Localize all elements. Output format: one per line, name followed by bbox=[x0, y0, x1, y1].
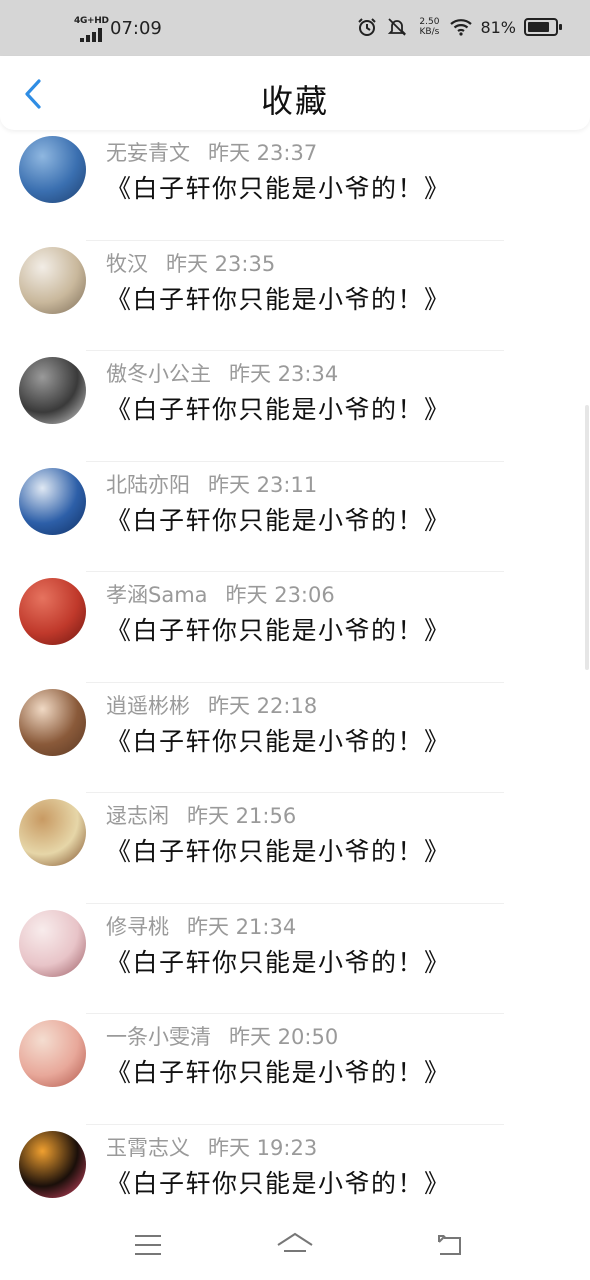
favorite-content[interactable]: 《白子轩你只能是小爷的！》 bbox=[106, 944, 570, 982]
alarm-icon bbox=[356, 16, 378, 38]
item-text: 孝涵Sama 昨天 23:06 《白子轩你只能是小爷的！》 bbox=[106, 580, 570, 650]
favorites-list: 无妄青文 昨天 23:37 《白子轩你只能是小爷的！》 牧汉 昨天 23:35 《白子轩你… bbox=[0, 130, 590, 1210]
scrollbar[interactable] bbox=[585, 405, 589, 670]
list-item[interactable]: 逯志闲 昨天 21:56 《白子轩你只能是小爷的！》 bbox=[0, 793, 590, 904]
timestamp: 昨天 21:34 bbox=[187, 914, 297, 939]
avatar[interactable] bbox=[19, 246, 86, 314]
timestamp: 昨天 23:37 bbox=[208, 141, 318, 165]
item-text: 逯志闲 昨天 21:56 《白子轩你只能是小爷的！》 bbox=[106, 801, 570, 871]
item-text: 傲冬小公主 昨天 23:34 《白子轩你只能是小爷的！》 bbox=[106, 359, 570, 429]
wifi-icon bbox=[450, 16, 473, 38]
user-name[interactable]: 逯志闲 bbox=[106, 804, 169, 828]
list-item[interactable]: 逍遥彬彬 昨天 22:18 《白子轩你只能是小爷的！》 bbox=[0, 683, 590, 793]
user-name[interactable]: 傲冬小公主 bbox=[106, 362, 211, 386]
timestamp: 昨天 20:50 bbox=[229, 1025, 339, 1049]
list-item[interactable]: 傲冬小公主 昨天 23:34 《白子轩你只能是小爷的！》 bbox=[0, 351, 590, 462]
user-name[interactable]: 玉霄志义 bbox=[106, 1136, 190, 1160]
timestamp: 昨天 23:06 bbox=[225, 583, 335, 607]
user-name[interactable]: 北陆亦阳 bbox=[106, 473, 190, 497]
battery-icon bbox=[524, 18, 562, 36]
status-bar: 4G+HD 07:09 2.50 KB/s 81% bbox=[0, 0, 590, 56]
avatar[interactable] bbox=[19, 909, 86, 977]
user-name[interactable]: 逍遥彬彬 bbox=[106, 694, 190, 718]
list-item[interactable]: 孝涵Sama 昨天 23:06 《白子轩你只能是小爷的！》 bbox=[0, 572, 590, 683]
signal-icon: 4G+HD bbox=[74, 16, 109, 42]
avatar[interactable] bbox=[19, 357, 86, 424]
timestamp: 昨天 22:18 bbox=[208, 693, 318, 718]
home-icon bbox=[277, 1232, 313, 1252]
timestamp: 昨天 23:11 bbox=[208, 472, 318, 497]
status-right: 2.50 KB/s 81% bbox=[356, 16, 562, 38]
favorite-content[interactable]: 《白子轩你只能是小爷的！》 bbox=[106, 1165, 570, 1203]
timestamp: 昨天 21:56 bbox=[187, 804, 297, 828]
item-text: 逍遥彬彬 昨天 22:18 《白子轩你只能是小爷的！》 bbox=[106, 691, 570, 761]
item-text: 北陆亦阳 昨天 23:11 《白子轩你只能是小爷的！》 bbox=[106, 470, 570, 540]
navigation-bar bbox=[0, 1210, 590, 1280]
list-item[interactable]: 玉霄志义 昨天 19:23 《白子轩你只能是小爷的！》 bbox=[0, 1125, 590, 1211]
item-text: 修寻桃 昨天 21:34 《白子轩你只能是小爷的！》 bbox=[106, 912, 570, 982]
avatar[interactable] bbox=[19, 578, 86, 645]
list-item[interactable]: 牧汉 昨天 23:35 《白子轩你只能是小爷的！》 bbox=[0, 241, 590, 351]
item-text: 玉霄志义 昨天 19:23 《白子轩你只能是小爷的！》 bbox=[106, 1133, 570, 1203]
status-left: 4G+HD 07:09 bbox=[74, 16, 162, 42]
user-name[interactable]: 孝涵Sama bbox=[106, 583, 208, 607]
list-item[interactable]: 修寻桃 昨天 21:34 《白子轩你只能是小爷的！》 bbox=[0, 904, 590, 1014]
item-text: 牧汉 昨天 23:35 《白子轩你只能是小爷的！》 bbox=[106, 249, 570, 319]
user-name[interactable]: 修寻桃 bbox=[106, 915, 169, 939]
favorite-content[interactable]: 《白子轩你只能是小爷的！》 bbox=[106, 612, 570, 650]
header: 收藏 bbox=[0, 56, 590, 130]
avatar[interactable] bbox=[19, 1130, 86, 1198]
avatar[interactable] bbox=[19, 1020, 86, 1087]
favorite-content[interactable]: 《白子轩你只能是小爷的！》 bbox=[106, 502, 570, 540]
battery-percent: 81% bbox=[480, 17, 516, 37]
user-name[interactable]: 无妄青文 bbox=[106, 141, 190, 165]
home-button[interactable] bbox=[273, 1228, 317, 1262]
favorite-content[interactable]: 《白子轩你只能是小爷的！》 bbox=[106, 1054, 570, 1092]
page-title: 收藏 bbox=[260, 82, 329, 120]
timestamp: 昨天 23:35 bbox=[166, 251, 276, 276]
user-name[interactable]: 牧汉 bbox=[106, 252, 148, 276]
favorite-content[interactable]: 《白子轩你只能是小爷的！》 bbox=[106, 833, 570, 871]
timestamp: 昨天 19:23 bbox=[208, 1135, 318, 1160]
back-nav-button[interactable] bbox=[428, 1228, 472, 1262]
user-name[interactable]: 一条小雯清 bbox=[106, 1025, 211, 1049]
mute-icon bbox=[386, 16, 408, 38]
clock: 07:09 bbox=[110, 18, 162, 39]
list-item[interactable]: 北陆亦阳 昨天 23:11 《白子轩你只能是小爷的！》 bbox=[0, 462, 590, 572]
favorite-content[interactable]: 《白子轩你只能是小爷的！》 bbox=[106, 391, 570, 429]
menu-button[interactable] bbox=[126, 1228, 170, 1262]
timestamp: 昨天 23:34 bbox=[229, 362, 339, 386]
network-type: 4G+HD bbox=[74, 16, 109, 26]
list-item[interactable]: 无妄青文 昨天 23:37 《白子轩你只能是小爷的！》 bbox=[0, 130, 590, 241]
avatar[interactable] bbox=[19, 688, 86, 756]
avatar[interactable] bbox=[19, 799, 86, 866]
back-icon bbox=[438, 1235, 461, 1255]
list-item[interactable]: 一条小雯清 昨天 20:50 《白子轩你只能是小爷的！》 bbox=[0, 1014, 590, 1125]
favorite-content[interactable]: 《白子轩你只能是小爷的！》 bbox=[106, 723, 570, 761]
avatar[interactable] bbox=[19, 467, 86, 535]
item-text: 一条小雯清 昨天 20:50 《白子轩你只能是小爷的！》 bbox=[106, 1022, 570, 1092]
favorite-content[interactable]: 《白子轩你只能是小爷的！》 bbox=[106, 281, 570, 319]
avatar[interactable] bbox=[19, 136, 86, 203]
favorite-content[interactable]: 《白子轩你只能是小爷的！》 bbox=[106, 170, 570, 208]
net-speed: 2.50 KB/s bbox=[419, 17, 440, 37]
item-text: 无妄青文 昨天 23:37 《白子轩你只能是小爷的！》 bbox=[106, 138, 570, 208]
menu-icon bbox=[135, 1235, 161, 1255]
